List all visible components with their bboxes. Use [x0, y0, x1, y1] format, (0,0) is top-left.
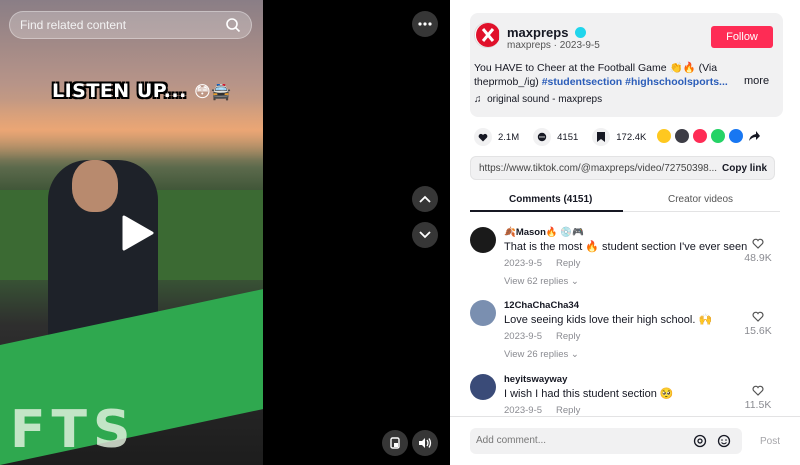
device-icon — [390, 437, 400, 449]
emoji-icon[interactable] — [717, 434, 731, 448]
previous-video-button[interactable] — [412, 186, 438, 212]
sound-name[interactable]: original sound - maxpreps — [487, 94, 602, 105]
play-icon[interactable] — [116, 213, 156, 253]
post-text-source: theprmob_/ig) — [474, 76, 542, 88]
sound-link[interactable]: ♫ original sound - maxpreps — [474, 94, 602, 105]
tab-comments[interactable]: Comments (4151) — [509, 194, 592, 205]
like-action[interactable]: 2.1M — [474, 128, 519, 146]
add-comment-placeholder: Add comment... — [476, 435, 547, 446]
action-stats: 2.1M 4151 172.4K — [474, 128, 660, 146]
post-hashtags[interactable]: #studentsection #highschoolsports... — [542, 76, 728, 88]
comment-icon[interactable] — [533, 128, 552, 146]
more-options-button[interactable] — [412, 11, 438, 37]
mini-player-button[interactable] — [382, 430, 408, 456]
post-description: You HAVE to Cheer at the Football Game 👏… — [474, 61, 754, 89]
verified-icon — [575, 27, 587, 38]
active-tab-indicator — [470, 210, 623, 212]
more-button[interactable]: more — [744, 75, 769, 87]
comment-item: 🍂Mason🔥 💿🎮 That is the most 🔥 student se… — [470, 227, 780, 287]
comment-like[interactable]: 11.5K — [738, 385, 778, 411]
share-arrow-icon[interactable] — [747, 129, 761, 143]
next-video-button[interactable] — [412, 222, 438, 248]
volume-icon — [419, 438, 432, 448]
heart-outline-icon[interactable] — [752, 385, 764, 396]
video-person-head — [72, 160, 118, 212]
tab-bar: Comments (4151) Creator videos — [470, 190, 780, 212]
author-avatar[interactable] — [474, 22, 500, 48]
music-note-icon: ♫ — [474, 94, 482, 105]
tab-creator-videos[interactable]: Creator videos — [668, 194, 733, 205]
comment-text: I wish I had this student section 🥺 — [504, 388, 674, 400]
share-url-text: https://www.tiktok.com/@maxpreps/video/7… — [479, 163, 718, 174]
comment-item: 12ChaChaCha34 Love seeing kids love thei… — [470, 300, 780, 360]
chevron-down-icon — [419, 231, 431, 239]
commenter-name[interactable]: 12ChaChaCha34 — [504, 300, 579, 311]
view-replies-button[interactable]: View 62 replies ⌄ — [504, 276, 579, 287]
like-count: 2.1M — [498, 131, 520, 143]
comment-action[interactable]: 4151 — [533, 128, 578, 146]
save-action[interactable]: 172.4K — [592, 128, 646, 146]
author-handle[interactable]: maxpreps — [507, 25, 568, 40]
view-replies-button[interactable]: View 26 replies ⌄ — [504, 349, 579, 360]
chevron-up-icon — [419, 195, 431, 203]
ellipsis-icon — [418, 22, 432, 26]
save-count: 172.4K — [616, 131, 647, 143]
mention-icon[interactable] — [693, 434, 707, 448]
commenter-avatar[interactable] — [470, 374, 496, 400]
comment-text: Love seeing kids love their high school.… — [504, 314, 713, 326]
search-placeholder: Find related content — [20, 18, 127, 32]
bookmark-icon[interactable] — [592, 128, 611, 146]
comment-meta: 2023-9-5 Reply — [504, 331, 580, 342]
commenter-name[interactable]: heyitswayway — [504, 374, 567, 385]
send-icon[interactable] — [693, 129, 707, 143]
comment-like-count: 11.5K — [744, 399, 772, 411]
comment-meta: 2023-9-5 Reply — [504, 258, 580, 269]
post-comment-button[interactable]: Post — [760, 436, 780, 447]
friends-share-icon[interactable] — [657, 129, 671, 143]
comment-like[interactable]: 48.9K — [738, 238, 778, 264]
video-player[interactable]: FTS LISTEN UP... 😳🚔 Find related content — [0, 0, 263, 465]
heart-outline-icon[interactable] — [752, 238, 764, 249]
heart-icon[interactable] — [474, 128, 492, 146]
comment-meta: 2023-9-5 Reply — [504, 405, 580, 416]
commenter-name[interactable]: 🍂Mason🔥 💿🎮 — [504, 227, 584, 238]
reply-button[interactable]: Reply — [556, 331, 580, 342]
comment-date: 2023-9-5 — [504, 258, 543, 269]
comment-date: 2023-9-5 — [504, 405, 543, 416]
video-caption: LISTEN UP... 😳🚔 — [52, 80, 232, 102]
follow-button[interactable]: Follow — [711, 26, 773, 48]
video-caption-emojis: 😳🚔 — [193, 82, 232, 101]
commenter-avatar[interactable] — [470, 300, 496, 326]
comment-text: That is the most 🔥 student section I've … — [504, 241, 748, 253]
comment-like[interactable]: 15.6K — [738, 311, 778, 337]
volume-button[interactable] — [412, 430, 438, 456]
whatsapp-icon[interactable] — [711, 129, 725, 143]
reply-button[interactable]: Reply — [556, 405, 580, 416]
comment-count: 4151 — [557, 131, 579, 143]
author-subline: maxpreps · 2023-9-5 — [507, 40, 600, 51]
author-name[interactable]: maxpreps — [507, 25, 587, 40]
commenter-avatar[interactable] — [470, 227, 496, 253]
search-icon[interactable] — [225, 17, 241, 33]
heart-outline-icon[interactable] — [752, 311, 764, 322]
embed-icon[interactable] — [675, 129, 689, 143]
video-caption-text: LISTEN UP... — [52, 80, 187, 102]
copy-link-button[interactable]: Copy link — [722, 163, 767, 174]
video-banner-text: FTS — [10, 400, 137, 460]
maxpreps-logo-icon — [476, 23, 499, 47]
search-input[interactable]: Find related content — [9, 11, 252, 39]
footer-divider — [450, 416, 800, 417]
comment-date: 2023-9-5 — [504, 331, 543, 342]
reply-button[interactable]: Reply — [556, 258, 580, 269]
comment-item: heyitswayway I wish I had this student s… — [470, 374, 780, 418]
app-root: FTS LISTEN UP... 😳🚔 Find related content… — [0, 0, 800, 465]
share-options — [657, 129, 761, 143]
comment-like-count: 15.6K — [744, 325, 772, 337]
post-text-start: You HAVE to Cheer at the Football Game 👏… — [474, 62, 718, 74]
comment-like-count: 48.9K — [744, 252, 772, 264]
video-sky — [0, 100, 263, 160]
facebook-icon[interactable] — [729, 129, 743, 143]
